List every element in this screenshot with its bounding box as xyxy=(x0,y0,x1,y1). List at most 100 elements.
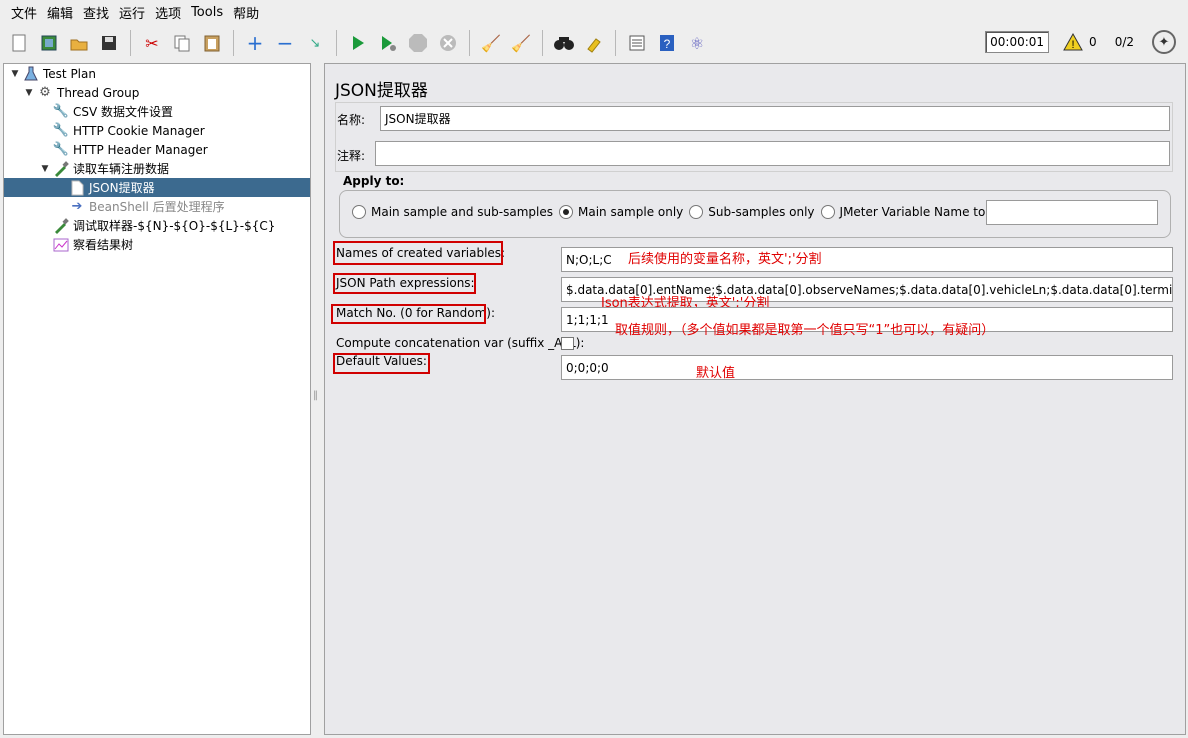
toolbar-separator xyxy=(336,30,337,56)
highlight-box xyxy=(333,241,503,265)
name-label: 名称: xyxy=(337,113,366,127)
name-input[interactable]: JSON提取器 xyxy=(380,106,1170,131)
remote-start-icon[interactable]: ⚛ xyxy=(684,30,710,56)
remote-engines-icon[interactable]: ✦ xyxy=(1152,30,1176,54)
menu-tools[interactable]: Tools xyxy=(186,5,228,20)
radio-circle xyxy=(689,205,704,219)
menu-bar: 文件 编辑 查找 运行 选项 Tools 帮助 xyxy=(0,0,1188,24)
menu-run[interactable]: 运行 xyxy=(114,3,150,22)
default-values-input[interactable]: 0;0;0;0 xyxy=(561,355,1173,380)
tree-node-sampler[interactable]: ▼ 读取车辆注册数据 xyxy=(38,159,169,178)
start-icon[interactable] xyxy=(345,30,371,56)
radio-label: Sub-samples only xyxy=(708,205,815,219)
radio-main-and-sub[interactable]: Main sample and sub-samples xyxy=(352,205,553,219)
shutdown-icon[interactable] xyxy=(435,30,461,56)
expand-toggle[interactable]: ▼ xyxy=(22,88,36,98)
paste-icon[interactable] xyxy=(199,30,225,56)
tree-node-test-plan[interactable]: ▼ Test Plan xyxy=(8,64,96,83)
toolbar-separator xyxy=(233,30,234,56)
tree-label: HTTP Header Manager xyxy=(73,142,208,157)
pipette-icon xyxy=(52,217,70,234)
arrow-icon: ➔ xyxy=(71,199,83,214)
radio-circle xyxy=(352,205,366,219)
split-pane-divider[interactable]: ‖ xyxy=(313,390,319,408)
concat-checkbox[interactable] xyxy=(561,337,574,350)
wrench-icon: 🔧 xyxy=(52,123,70,138)
tree-label: BeanShell 后置处理程序 xyxy=(89,200,225,214)
help-icon[interactable]: ? xyxy=(654,30,680,56)
clear-all-icon[interactable]: 🧹 xyxy=(508,30,534,56)
page-title: JSON提取器 xyxy=(335,81,428,101)
radio-main-only[interactable]: Main sample only xyxy=(558,205,684,219)
highlight-box xyxy=(331,304,486,324)
warning-counter[interactable]: ! 0 xyxy=(1063,33,1097,51)
start-no-pause-icon[interactable] xyxy=(375,30,401,56)
tree-node-results-tree[interactable]: 察看结果树 xyxy=(38,235,133,254)
svg-text:!: ! xyxy=(1072,39,1075,51)
wrench-icon: 🔧 xyxy=(52,142,70,157)
gear-icon: ⚙ xyxy=(39,85,51,100)
comment-label: 注释: xyxy=(337,149,366,163)
open-icon[interactable] xyxy=(66,30,92,56)
concat-label: Compute concatenation var (suffix _ALL): xyxy=(336,336,585,350)
tree-node-header-manager[interactable]: 🔧 HTTP Header Manager xyxy=(38,140,208,159)
cut-icon[interactable]: ✂ xyxy=(139,30,165,56)
menu-file[interactable]: 文件 xyxy=(6,3,42,22)
expand-toggle[interactable]: ▼ xyxy=(8,69,22,79)
tree-node-debug-sampler[interactable]: 调试取样器-${N}-${O}-${L}-${C} xyxy=(38,216,275,235)
toolbar-separator xyxy=(542,30,543,56)
annotation-default: 默认值 xyxy=(696,366,736,381)
templates-icon[interactable] xyxy=(36,30,62,56)
comment-input[interactable] xyxy=(375,141,1170,166)
menu-search[interactable]: 查找 xyxy=(78,3,114,22)
reset-search-icon[interactable] xyxy=(581,30,607,56)
jmeter-variable-input[interactable] xyxy=(986,200,1158,225)
tree-node-csv[interactable]: 🔧 CSV 数据文件设置 xyxy=(38,102,173,121)
radio-label: Main sample only xyxy=(577,205,684,219)
tree-node-json-extractor[interactable]: JSON提取器 xyxy=(4,178,310,197)
tree-node-thread-group[interactable]: ▼ ⚙ Thread Group xyxy=(22,83,140,102)
active-threads: 0/2 xyxy=(1114,35,1134,49)
tree-label: HTTP Cookie Manager xyxy=(73,123,205,138)
function-helper-icon[interactable] xyxy=(624,30,650,56)
svg-text:?: ? xyxy=(664,37,671,51)
radio-circle xyxy=(558,205,573,219)
stop-icon[interactable] xyxy=(405,30,431,56)
elapsed-timer: 00:00:01 xyxy=(985,31,1050,53)
toolbar-separator xyxy=(469,30,470,56)
toggle-icon[interactable]: ↘ xyxy=(302,30,328,56)
tree-label: JSON提取器 xyxy=(89,181,155,195)
menu-options[interactable]: 选项 xyxy=(150,3,186,22)
wrench-icon: 🔧 xyxy=(52,104,70,119)
expand-toggle[interactable]: ▼ xyxy=(38,164,52,174)
menu-edit[interactable]: 编辑 xyxy=(42,3,78,22)
tree-node-beanshell[interactable]: ➔ BeanShell 后置处理程序 xyxy=(54,197,225,216)
copy-icon[interactable] xyxy=(169,30,195,56)
clear-icon[interactable]: 🧹 xyxy=(478,30,504,56)
expand-icon[interactable]: + xyxy=(242,30,268,56)
chart-icon xyxy=(52,237,70,253)
highlight-box xyxy=(333,353,430,374)
tree-node-cookie-manager[interactable]: 🔧 HTTP Cookie Manager xyxy=(38,121,205,140)
tree-label: CSV 数据文件设置 xyxy=(73,105,174,119)
search-icon[interactable] xyxy=(551,30,577,56)
highlight-box xyxy=(333,273,476,294)
toolbar-separator xyxy=(615,30,616,56)
collapse-icon[interactable]: − xyxy=(272,30,298,56)
pipette-icon xyxy=(52,160,70,177)
save-icon[interactable] xyxy=(96,30,122,56)
tree-label: 察看结果树 xyxy=(73,238,134,252)
tree-label: Test Plan xyxy=(43,66,96,81)
menu-help[interactable]: 帮助 xyxy=(228,3,264,22)
annotation-var-names: 后续使用的变量名称，英文';'分割 xyxy=(628,252,822,267)
tree-label: Thread Group xyxy=(57,85,140,100)
warning-count: 0 xyxy=(1089,35,1097,49)
test-plan-tree[interactable]: ▼ Test Plan ▼ ⚙ Thread Group 🔧 CSV 数据文件设… xyxy=(3,63,311,735)
radio-label: JMeter Variable Name to use xyxy=(839,205,1011,219)
warning-icon: ! xyxy=(1063,33,1083,51)
new-icon[interactable] xyxy=(6,30,32,56)
radio-label: Main sample and sub-samples xyxy=(371,205,553,219)
radio-jmeter-variable[interactable]: JMeter Variable Name to use xyxy=(820,205,1011,219)
status-area: 00:00:01 ! 0 0/2 ✦ xyxy=(985,30,1176,54)
radio-sub-only[interactable]: Sub-samples only xyxy=(689,205,815,219)
